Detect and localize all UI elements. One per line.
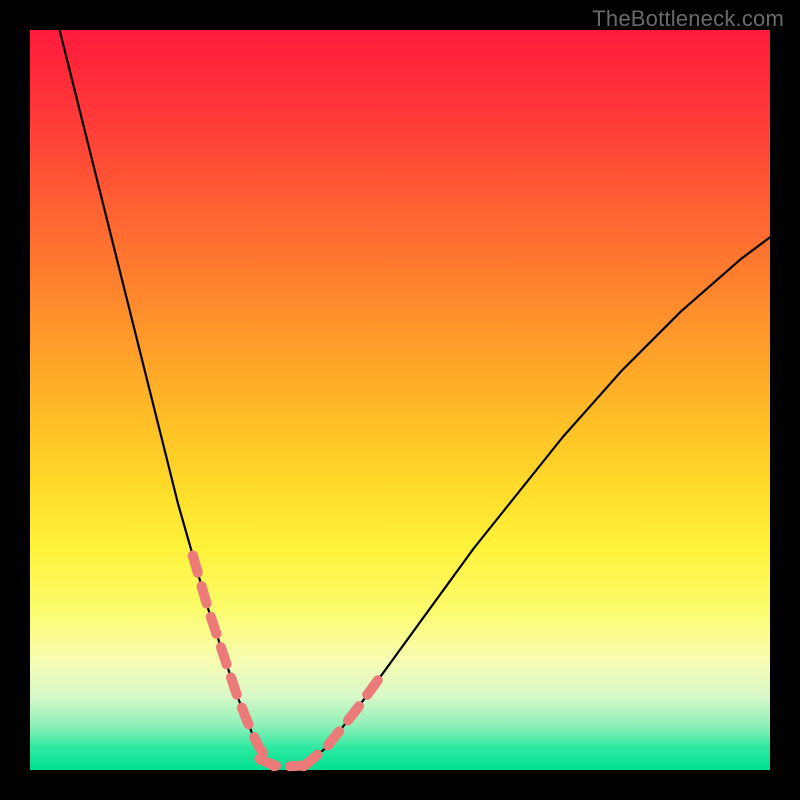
series-left-curve [60,30,275,766]
chart-series-group [60,30,770,766]
chart-plot-area [30,30,770,770]
series-left-dashes [193,555,274,766]
series-right-dashes [304,670,385,766]
chart-svg [30,30,770,770]
watermark-text: TheBottleneck.com [592,6,784,32]
